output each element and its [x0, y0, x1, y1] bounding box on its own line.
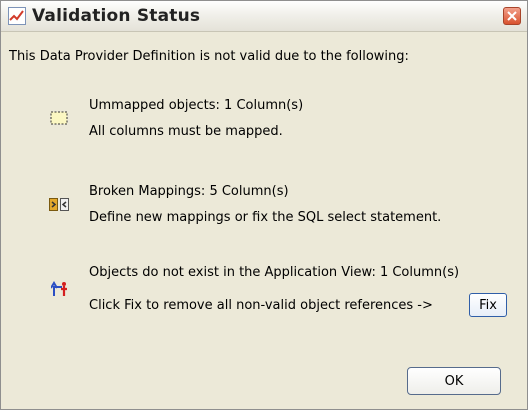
missing-object-icon	[50, 280, 71, 302]
unmapped-object-icon	[50, 110, 68, 129]
close-icon	[507, 11, 517, 21]
close-button[interactable]	[503, 7, 521, 25]
unmapped-detail: All columns must be mapped.	[89, 124, 283, 139]
dialog-title: Validation Status	[32, 6, 201, 26]
validation-status-dialog: Validation Status This Data Provider Def…	[0, 0, 528, 410]
intro-text: This Data Provider Definition is not val…	[9, 49, 409, 64]
missing-object-detail: Click Fix to remove all non-valid object…	[89, 298, 433, 313]
title-bar[interactable]: Validation Status	[1, 1, 527, 32]
missing-object-heading: Objects do not exist in the Application …	[89, 265, 460, 280]
broken-mapping-icon	[49, 197, 69, 217]
unmapped-heading: Ummapped objects: 1 Column(s)	[89, 98, 304, 113]
ok-button[interactable]: OK	[407, 367, 501, 395]
fix-button[interactable]: Fix	[469, 293, 507, 317]
broken-mapping-detail: Define new mappings or fix the SQL selec…	[89, 210, 442, 225]
chart-icon	[8, 7, 26, 25]
broken-mapping-heading: Broken Mappings: 5 Column(s)	[89, 184, 289, 199]
